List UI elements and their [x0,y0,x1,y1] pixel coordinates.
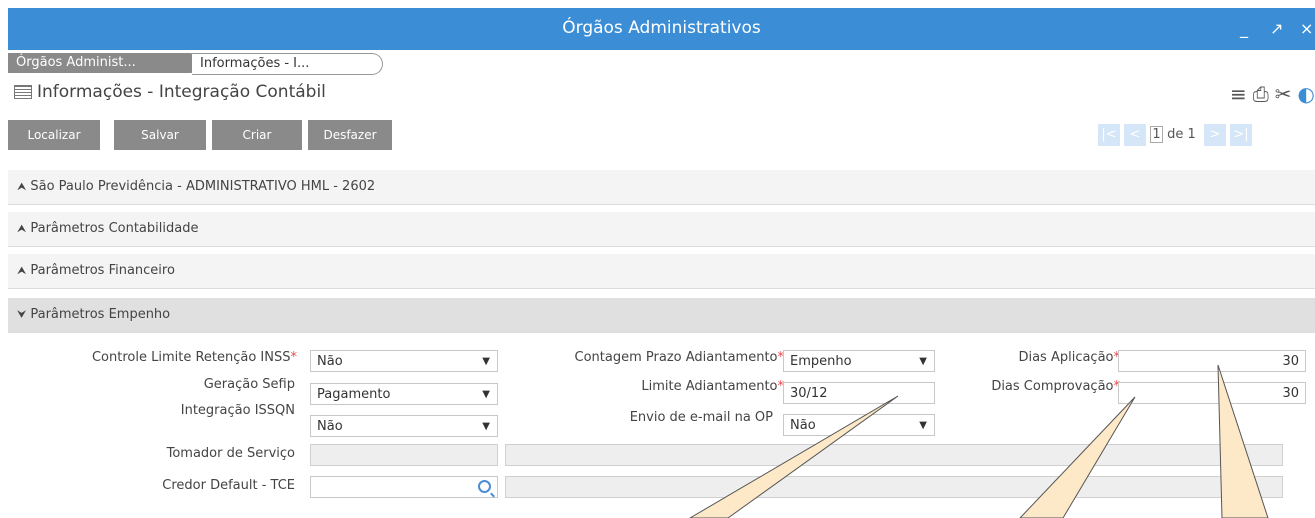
callout-pointer-dias-aplicacao [1217,364,1269,518]
callout-pointer-limite-adiantamento [689,395,899,518]
callout-overlay [689,364,1269,518]
callout-pointer-dias-comprovacao [1019,396,1136,518]
